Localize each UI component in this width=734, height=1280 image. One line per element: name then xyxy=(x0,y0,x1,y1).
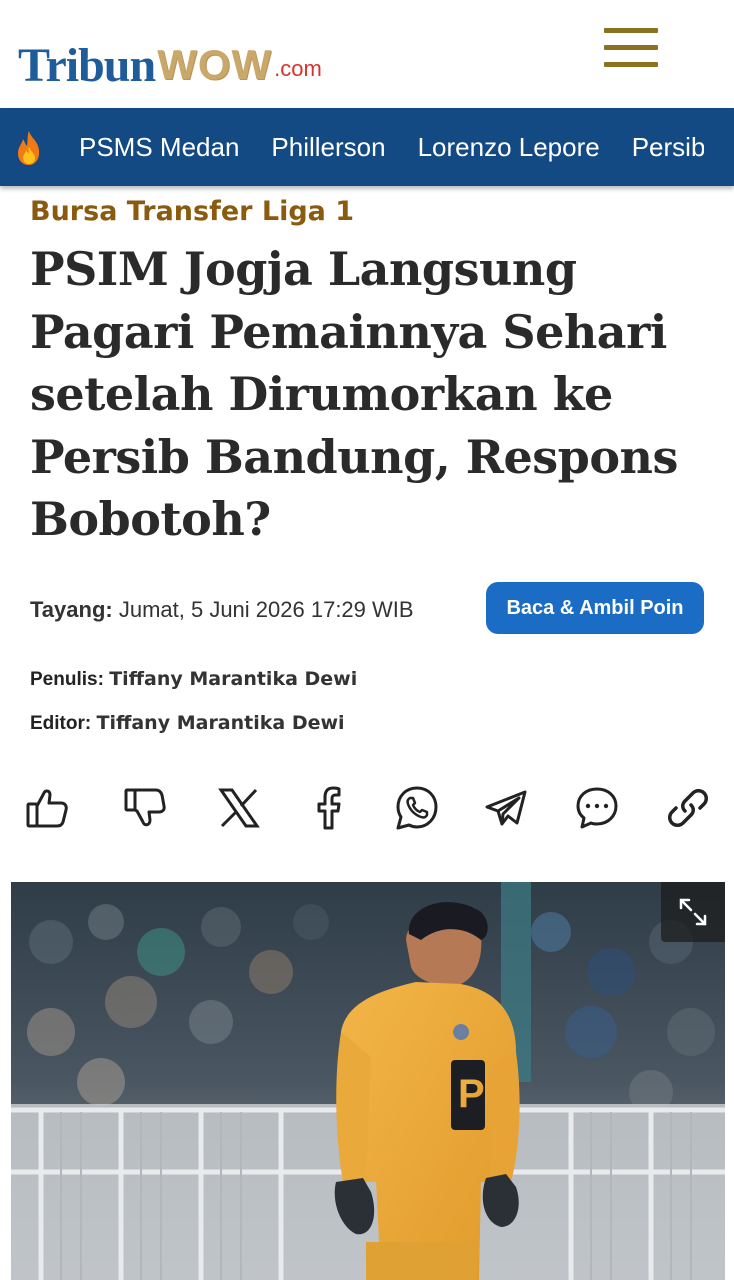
trending-bar: PSMS Medan Phillerson Lorenzo Lepore Per… xyxy=(0,108,734,186)
logo-com-text: .com xyxy=(274,56,322,81)
trending-item[interactable]: Persib B xyxy=(615,132,704,163)
telegram-icon[interactable] xyxy=(481,780,531,836)
editor-name[interactable]: Tiffany Marantika Dewi xyxy=(97,712,345,734)
svg-text:P: P xyxy=(458,1072,485,1116)
trending-item[interactable]: Phillerson xyxy=(254,132,400,163)
share-bar xyxy=(0,780,734,840)
article-photo[interactable]: P xyxy=(11,882,725,1280)
editor-line: Editor: Tiffany Marantika Dewi xyxy=(30,712,345,735)
publish-info: Tayang: Jumat, 5 Juni 2026 17:29 WIB xyxy=(30,597,414,623)
link-icon[interactable] xyxy=(663,780,713,836)
penulis-label: Penulis: xyxy=(30,669,104,690)
comment-icon[interactable] xyxy=(572,780,622,836)
whatsapp-icon[interactable] xyxy=(392,780,442,836)
trending-item[interactable]: Lorenzo Lepore xyxy=(401,132,615,163)
tribunwow-logo[interactable]: Tribun WOW .com xyxy=(18,14,322,90)
logo-tribun-text: Tribun xyxy=(18,39,156,92)
baca-ambil-poin-button[interactable]: Baca & Ambil Poin xyxy=(486,582,704,634)
goalkeeper-photo-illustration: P xyxy=(11,882,725,1280)
x-twitter-icon[interactable] xyxy=(214,780,264,836)
dislike-icon[interactable] xyxy=(119,780,169,836)
facebook-icon[interactable] xyxy=(304,780,354,836)
editor-label: Editor: xyxy=(30,713,92,734)
fire-icon xyxy=(18,131,40,165)
hamburger-menu-icon[interactable] xyxy=(604,28,658,70)
like-icon[interactable] xyxy=(22,780,72,836)
site-header: Tribun WOW .com xyxy=(0,0,734,108)
article-title: PSIM Jogja Langsung Pagari Pemainnya Seh… xyxy=(30,242,678,546)
tayang-label: Tayang: xyxy=(30,597,113,622)
logo-wow-text: WOW xyxy=(157,41,273,88)
penulis-name[interactable]: Tiffany Marantika Dewi xyxy=(109,668,357,690)
article-category[interactable]: Bursa Transfer Liga 1 xyxy=(30,196,354,227)
trending-item[interactable]: PSMS Medan xyxy=(62,132,254,163)
penulis-line: Penulis: Tiffany Marantika Dewi xyxy=(30,668,357,691)
tayang-date: Jumat, 5 Juni 2026 17:29 WIB xyxy=(118,597,414,622)
expand-image-icon[interactable] xyxy=(661,882,725,942)
